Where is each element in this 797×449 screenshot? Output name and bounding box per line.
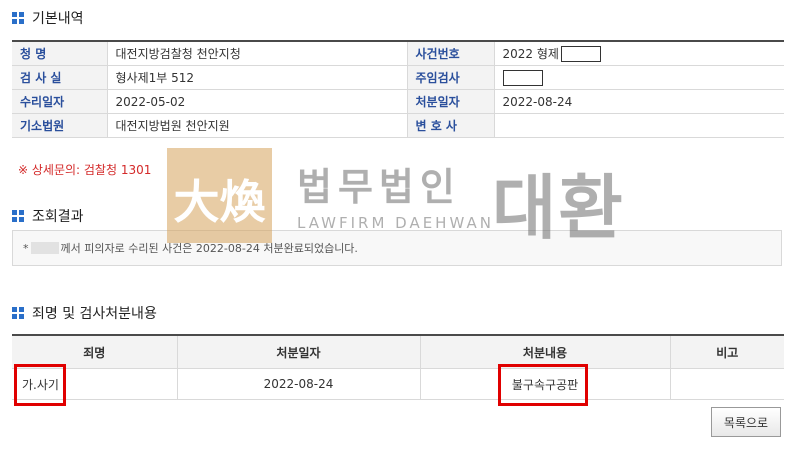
table-row: 검 사 실 형사제1부 512 주임검사: [12, 65, 784, 90]
grid-icon: [12, 12, 24, 24]
detail-section-title: 죄명 및 검사처분내용: [32, 306, 157, 322]
basic-section-header: 기본내역: [12, 8, 84, 28]
table-row: 기소법원 대전지방법원 천안지원 변 호 사: [12, 113, 784, 138]
watermark-logo: 大煥: [167, 148, 272, 243]
grid-icon: [12, 210, 24, 222]
table-header-row: 죄명 처분일자 처분내용 비고: [12, 335, 784, 369]
row-value: [493, 113, 784, 138]
result-section-title: 조회결과: [32, 209, 84, 225]
charge-highlight-box: [14, 364, 66, 406]
detail-section-header: 죄명 및 검사처분내용: [12, 303, 157, 323]
row-label: 처분일자: [406, 89, 494, 114]
inquiry-note: ※ 상세문의: 검찰청 1301: [18, 163, 152, 177]
row-value: 2022-05-02: [106, 89, 407, 114]
row-value: 대전지방법원 천안지원: [106, 113, 407, 138]
law-firm-watermark: 大煥 법무법인 LAWFIRM DAEHWAN 대환: [167, 148, 637, 249]
masked-value: [502, 69, 543, 86]
row-label: 변 호 사: [406, 113, 494, 138]
row-label: 사건번호: [406, 41, 494, 66]
disposition-table: 죄명 처분일자 처분내용 비고 가.사기 2022-08-24 불구속구공판: [12, 334, 784, 400]
case-number: 2022 형제: [502, 46, 559, 61]
case-number-cell: 2022 형제: [493, 41, 784, 66]
row-label: 수리일자: [12, 89, 107, 114]
basic-section-title: 기본내역: [32, 11, 84, 27]
row-label: 검 사 실: [12, 65, 107, 90]
table-row: 청 명 대전지방검찰청 천안지청 사건번호 2022 형제: [12, 41, 784, 66]
row-label: 기소법원: [12, 113, 107, 138]
prosecutor-cell: [493, 65, 784, 90]
bullet: *: [23, 241, 29, 255]
watermark-english: LAWFIRM DAEHWAN: [297, 214, 494, 232]
date-cell: 2022-08-24: [176, 368, 420, 400]
row-value: 2022-08-24: [493, 89, 784, 114]
basic-info-table: 청 명 대전지방검찰청 천안지청 사건번호 2022 형제 검 사 실 형사제1…: [12, 40, 784, 138]
watermark-korean: 법무법인: [297, 165, 461, 209]
row-label: 주임검사: [406, 65, 494, 90]
column-header: 비고: [669, 335, 784, 369]
list-button[interactable]: 목록으로: [711, 407, 781, 437]
remark-cell: [669, 368, 784, 400]
result-section-header: 조회결과: [12, 206, 84, 226]
watermark-big: 대환: [492, 167, 625, 249]
table-row: 가.사기 2022-08-24 불구속구공판: [12, 368, 784, 400]
disposition-highlight-box: [498, 364, 588, 406]
row-label: 청 명: [12, 41, 107, 66]
grid-icon: [12, 307, 24, 319]
table-row: 수리일자 2022-05-02 처분일자 2022-08-24: [12, 89, 784, 114]
masked-value: [560, 46, 601, 63]
column-header: 처분일자: [176, 335, 420, 369]
row-value: 대전지방검찰청 천안지청: [106, 41, 407, 66]
row-value: 형사제1부 512: [106, 65, 407, 90]
blurred-name: [30, 242, 59, 254]
